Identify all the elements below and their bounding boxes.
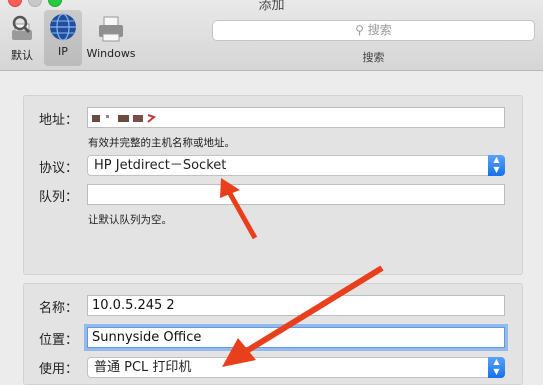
arrow-to-protocol	[220, 178, 258, 240]
arrow-to-driver	[222, 265, 384, 367]
annotation-arrows	[220, 178, 384, 367]
